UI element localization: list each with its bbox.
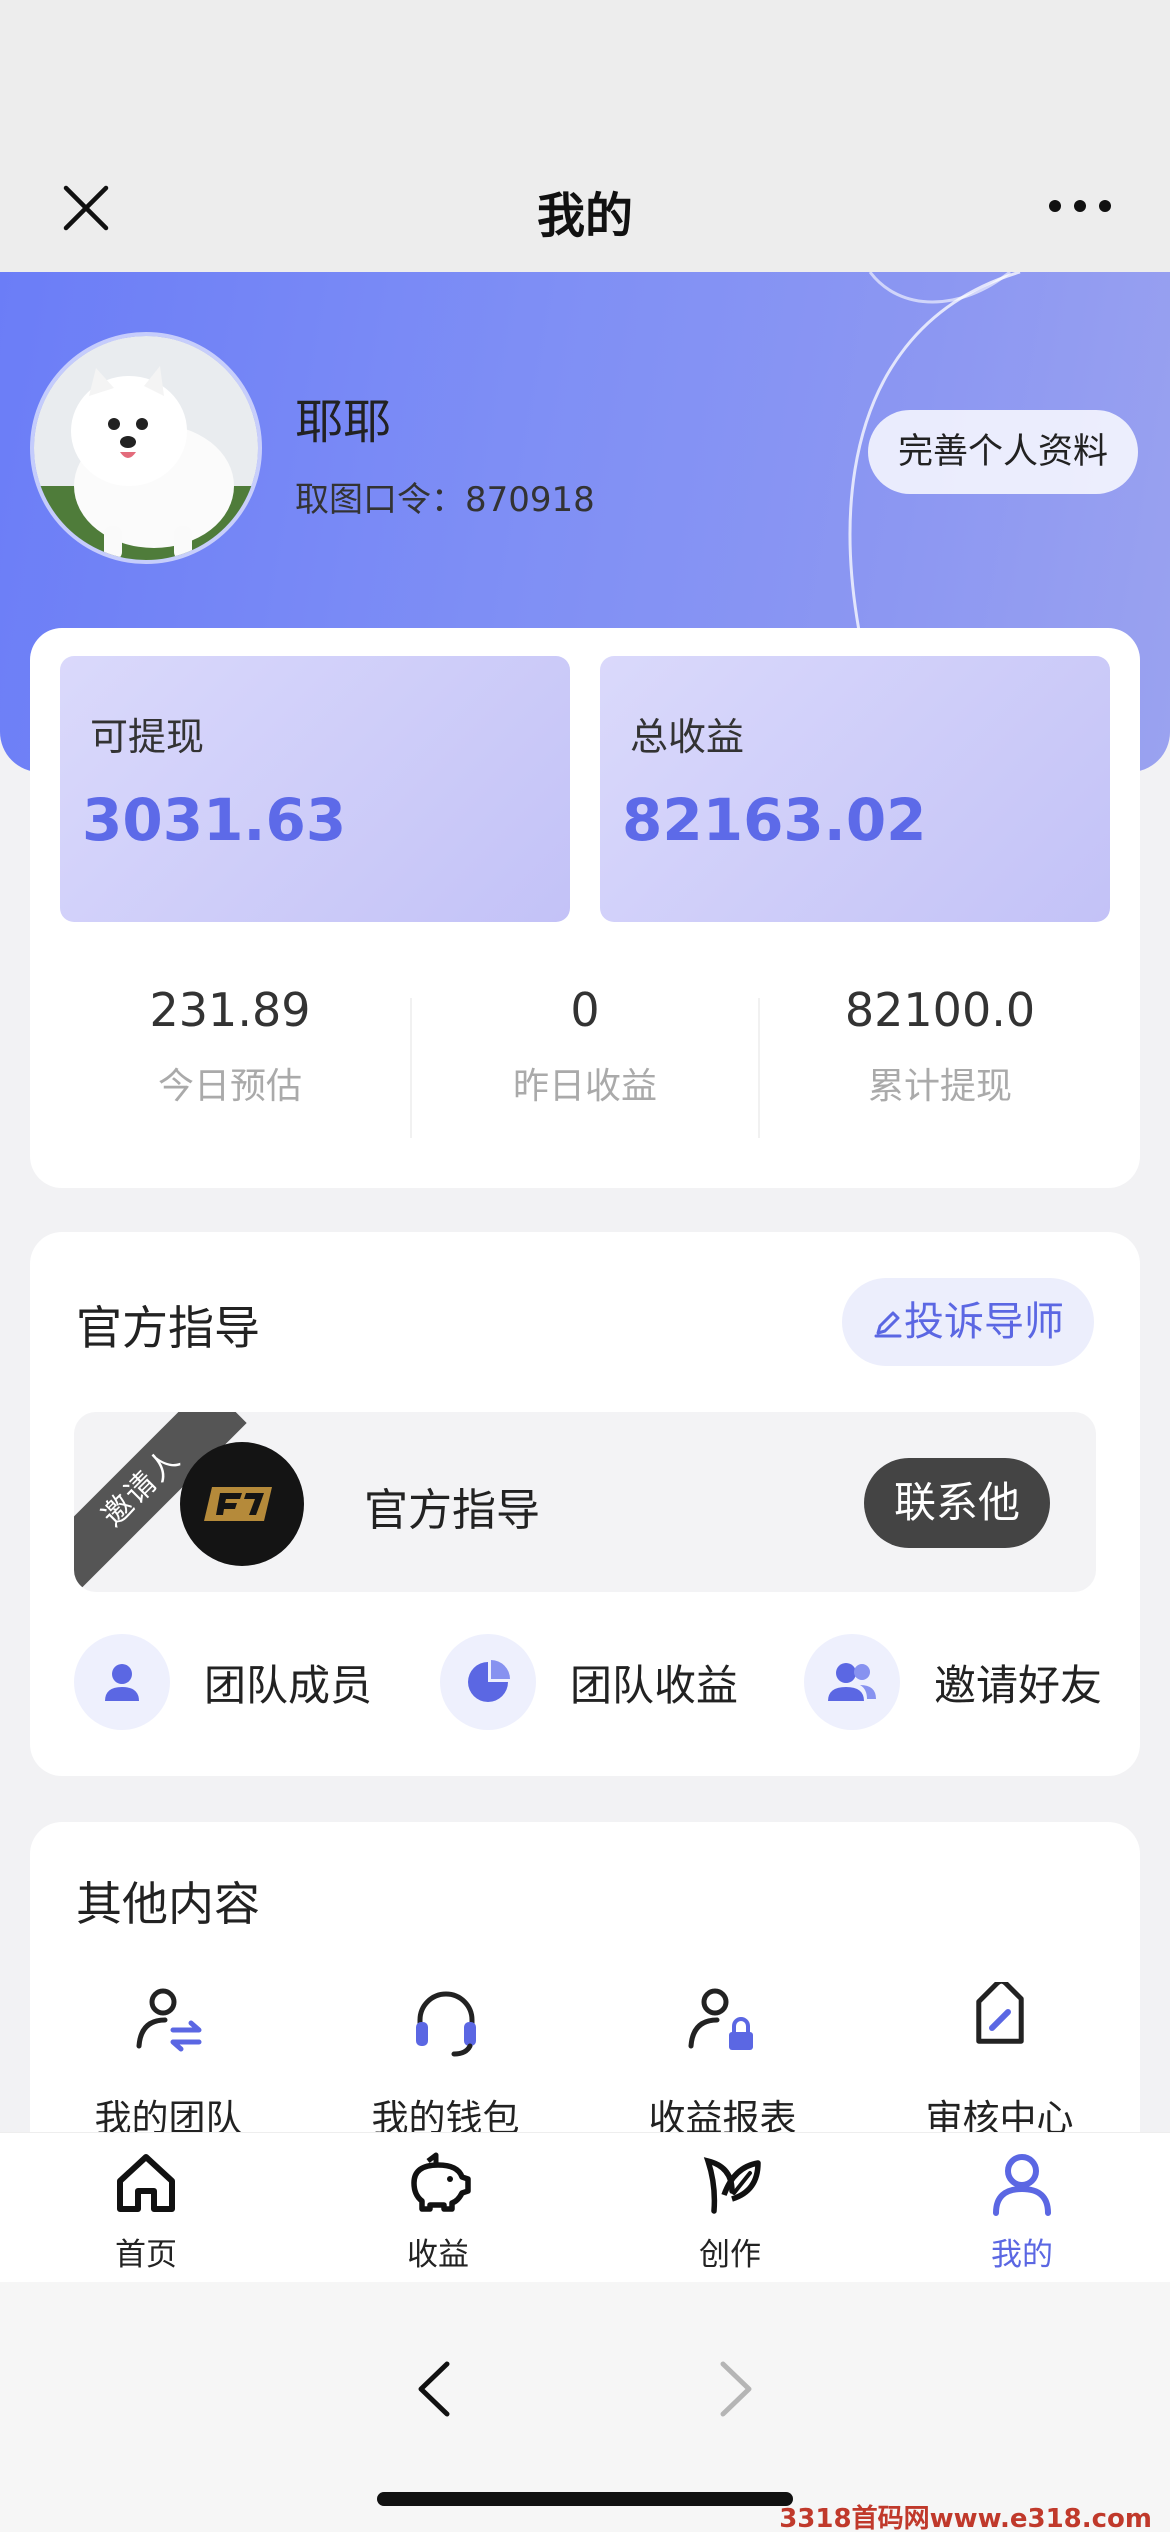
my-team-item[interactable]: 我的团队 <box>30 1982 307 2142</box>
edit-icon <box>874 1311 902 1338</box>
team-transfer-icon <box>136 1988 201 2052</box>
withdrawable-label: 可提现 <box>90 715 205 759</box>
back-arrow-icon[interactable] <box>405 2354 465 2424</box>
users-icon <box>804 1634 900 1730</box>
tag-icon <box>975 1978 1024 2044</box>
pickup-code-label: 取图口令： <box>295 480 465 520</box>
contact-him-button[interactable]: 联系他 <box>863 1458 1050 1548</box>
tab-label: 首页 <box>115 2237 177 2273</box>
total-earnings-value: 82163.02 <box>622 786 927 854</box>
divider <box>758 998 760 1138</box>
withdrawable-value: 3031.63 <box>82 786 347 854</box>
username: 耶耶 <box>295 394 392 450</box>
browser-toolbar: 3318首码网www.e318.com <box>0 2282 1170 2532</box>
stat-label: 今日预估 <box>157 1066 302 1107</box>
stat-label: 累计提现 <box>867 1066 1012 1107</box>
mentor-row: 邀请人 官方指导 联系他 <box>74 1412 1096 1592</box>
tab-earnings[interactable]: 收益 <box>292 2147 584 2274</box>
piggy-bank-icon <box>411 2152 471 2212</box>
navigation-bar: 我的 <box>0 140 1170 272</box>
pickup-code-value: 870918 <box>465 480 595 520</box>
home-icon <box>117 2154 175 2212</box>
official-guide-card: 官方指导 投诉导师 邀请人 官方指导 联系他 团队成员 团队收益 邀请好友 <box>30 1232 1140 1776</box>
person-icon <box>74 1634 170 1730</box>
tab-mine[interactable]: 我的 <box>876 2147 1168 2274</box>
tab-label: 收益 <box>407 2237 469 2273</box>
earnings-report-item[interactable]: 收益报表 <box>584 1982 861 2142</box>
leaf-icon <box>703 2157 761 2214</box>
watermark-text: 3318首码网www.e318.com <box>779 2504 1152 2532</box>
complete-profile-button[interactable]: 完善个人资料 <box>867 410 1138 494</box>
total-earnings-label: 总收益 <box>630 715 745 759</box>
stat-yesterday-earnings: 0 昨日收益 <box>415 983 755 1109</box>
total-earnings-box[interactable]: 总收益 82163.02 <box>600 656 1110 922</box>
status-bar <box>0 0 1170 140</box>
brand-logo-icon <box>204 1487 272 1521</box>
home-indicator <box>377 2492 793 2506</box>
mentor-name: 官方指导 <box>364 1485 540 1536</box>
stat-label: 昨日收益 <box>512 1066 657 1107</box>
avatar[interactable] <box>30 332 262 564</box>
user-lock-icon <box>688 1988 753 2050</box>
complain-mentor-button[interactable]: 投诉导师 <box>842 1278 1094 1366</box>
more-icon[interactable] <box>1045 196 1115 216</box>
team-item-label: 团队收益 <box>570 1660 739 1710</box>
my-wallet-item[interactable]: 我的钱包 <box>307 1982 584 2142</box>
invite-friends-item[interactable]: 邀请好友 <box>804 1632 1102 1732</box>
team-item-label: 邀请好友 <box>934 1660 1103 1710</box>
stat-total-withdrawn: 82100.0 累计提现 <box>770 983 1110 1109</box>
headset-icon <box>415 1991 476 2057</box>
tab-label: 我的 <box>991 2237 1053 2273</box>
forward-arrow-icon[interactable] <box>705 2354 765 2424</box>
team-item-label: 团队成员 <box>204 1660 373 1710</box>
withdrawable-box[interactable]: 可提现 3031.63 <box>60 656 570 922</box>
divider <box>410 998 412 1138</box>
section-title: 其他内容 <box>76 1877 260 1931</box>
stat-today-estimate: 231.89 今日预估 <box>60 983 400 1109</box>
page-title: 我的 <box>536 188 633 244</box>
mentor-avatar <box>180 1442 304 1566</box>
team-earnings-item[interactable]: 团队收益 <box>440 1632 738 1732</box>
stat-value: 82100.0 <box>844 983 1036 1037</box>
section-title: 官方指导 <box>76 1301 260 1355</box>
pie-chart-icon <box>440 1634 536 1730</box>
team-members-item[interactable]: 团队成员 <box>74 1632 372 1732</box>
stat-value: 0 <box>570 983 600 1037</box>
complain-label: 投诉导师 <box>904 1299 1064 1345</box>
tab-home[interactable]: 首页 <box>0 2147 292 2274</box>
dog-avatar-image <box>34 336 258 560</box>
review-center-item[interactable]: 审核中心 <box>861 1978 1138 2142</box>
stat-value: 231.89 <box>149 983 311 1037</box>
earnings-card: 可提现 3031.63 总收益 82163.02 231.89 今日预估 0 昨… <box>30 628 1140 1188</box>
tab-create[interactable]: 创作 <box>584 2147 876 2274</box>
tab-label: 创作 <box>699 2237 761 2273</box>
pickup-code: 取图口令：870918 <box>295 472 595 521</box>
tab-bar: 首页 收益 创作 我的 <box>0 2132 1170 2282</box>
user-icon <box>993 2154 1051 2216</box>
